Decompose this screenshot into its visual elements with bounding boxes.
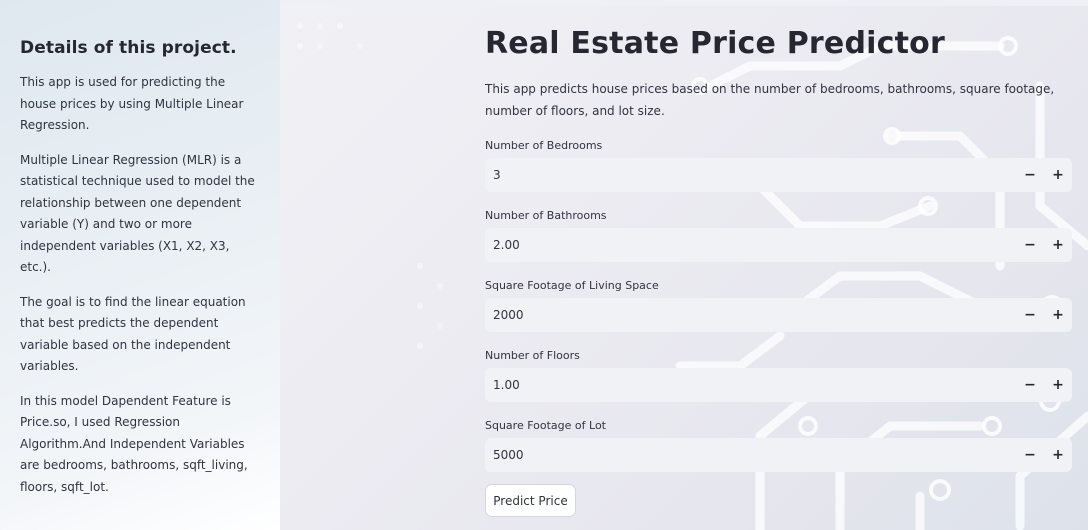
- app-description: This app predicts house prices based on …: [485, 82, 1055, 118]
- sidebar-paragraph: The goal is to find the linear equation …: [20, 294, 246, 374]
- sidebar: Details of this project. This app is use…: [0, 0, 280, 530]
- bedrooms-input[interactable]: 3 − +: [485, 158, 1072, 192]
- floors-decrement-button[interactable]: −: [1016, 368, 1044, 402]
- floors-increment-button[interactable]: +: [1044, 368, 1072, 402]
- bedrooms-value[interactable]: 3: [485, 168, 1016, 182]
- bedrooms-increment-button[interactable]: +: [1044, 158, 1072, 192]
- sqft-lot-decrement-button[interactable]: −: [1016, 438, 1044, 472]
- sqft-living-increment-button[interactable]: +: [1044, 298, 1072, 332]
- sidebar-paragraph: Multiple Linear Regression (MLR) is a st…: [20, 152, 255, 275]
- sqft-lot-increment-button[interactable]: +: [1044, 438, 1072, 472]
- sidebar-paragraph: In this model Dapendent Feature is Price…: [20, 393, 248, 494]
- sidebar-paragraph: This app is used for predicting the hous…: [20, 75, 244, 132]
- bathrooms-label: Number of Bathrooms: [485, 209, 607, 222]
- sqft-lot-input[interactable]: 5000 − +: [485, 438, 1072, 472]
- bathrooms-value[interactable]: 2.00: [485, 238, 1016, 252]
- sqft-living-decrement-button[interactable]: −: [1016, 298, 1044, 332]
- bedrooms-decrement-button[interactable]: −: [1016, 158, 1044, 192]
- bedrooms-label: Number of Bedrooms: [485, 139, 603, 152]
- bathrooms-decrement-button[interactable]: −: [1016, 228, 1044, 262]
- sqft-living-label: Square Footage of Living Space: [485, 279, 659, 292]
- floors-label: Number of Floors: [485, 349, 580, 362]
- page-title: Real Estate Price Predictor: [485, 26, 945, 61]
- main-area: Real Estate Price Predictor This app pre…: [280, 6, 1088, 530]
- bathrooms-increment-button[interactable]: +: [1044, 228, 1072, 262]
- floors-value[interactable]: 1.00: [485, 378, 1016, 392]
- sqft-lot-label: Square Footage of Lot: [485, 419, 606, 432]
- sqft-living-input[interactable]: 2000 − +: [485, 298, 1072, 332]
- predict-price-button[interactable]: Predict Price: [485, 484, 576, 517]
- floors-input[interactable]: 1.00 − +: [485, 368, 1072, 402]
- sqft-living-value[interactable]: 2000: [485, 308, 1016, 322]
- sidebar-heading: Details of this project.: [20, 38, 237, 58]
- sqft-lot-value[interactable]: 5000: [485, 448, 1016, 462]
- bathrooms-input[interactable]: 2.00 − +: [485, 228, 1072, 262]
